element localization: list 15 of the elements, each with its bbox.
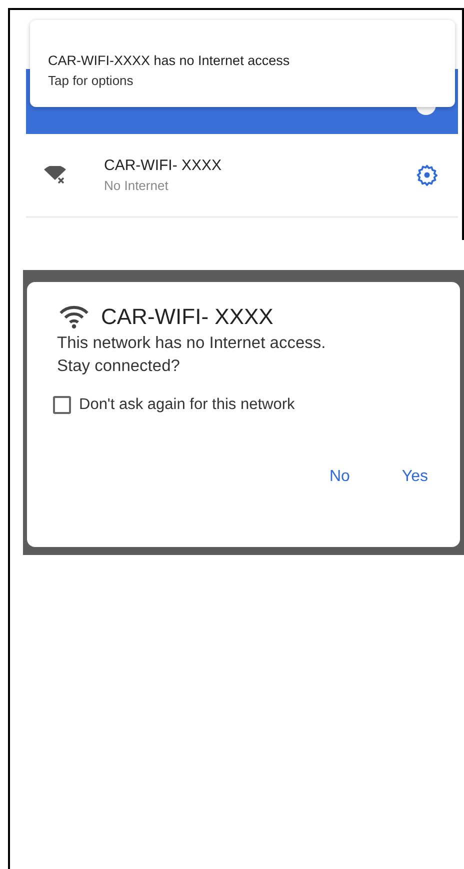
notification-card[interactable]: CAR-WIFI-XXXX has no Internet access Tap for options <box>30 20 455 107</box>
dialog-title: CAR-WIFI- XXXX <box>101 304 274 330</box>
network-status: No Internet <box>104 178 170 193</box>
no-button[interactable]: No <box>323 464 356 490</box>
dialog-message: This network has no Internet access. <box>57 334 327 353</box>
yes-button[interactable]: Yes <box>396 464 434 490</box>
settings-icon[interactable] <box>416 164 438 186</box>
wifi-no-internet-icon <box>44 166 66 184</box>
checkbox[interactable] <box>53 396 71 414</box>
checkbox-label[interactable]: Don't ask again for this network <box>79 396 295 414</box>
notification-subtitle: Tap for options <box>48 73 134 88</box>
network-name[interactable]: CAR-WIFI- XXXX <box>104 157 416 174</box>
notification-title: CAR-WIFI-XXXX has no Internet access <box>48 53 291 68</box>
wifi-icon <box>57 305 91 329</box>
dialog-question: Stay connected? <box>57 357 181 376</box>
